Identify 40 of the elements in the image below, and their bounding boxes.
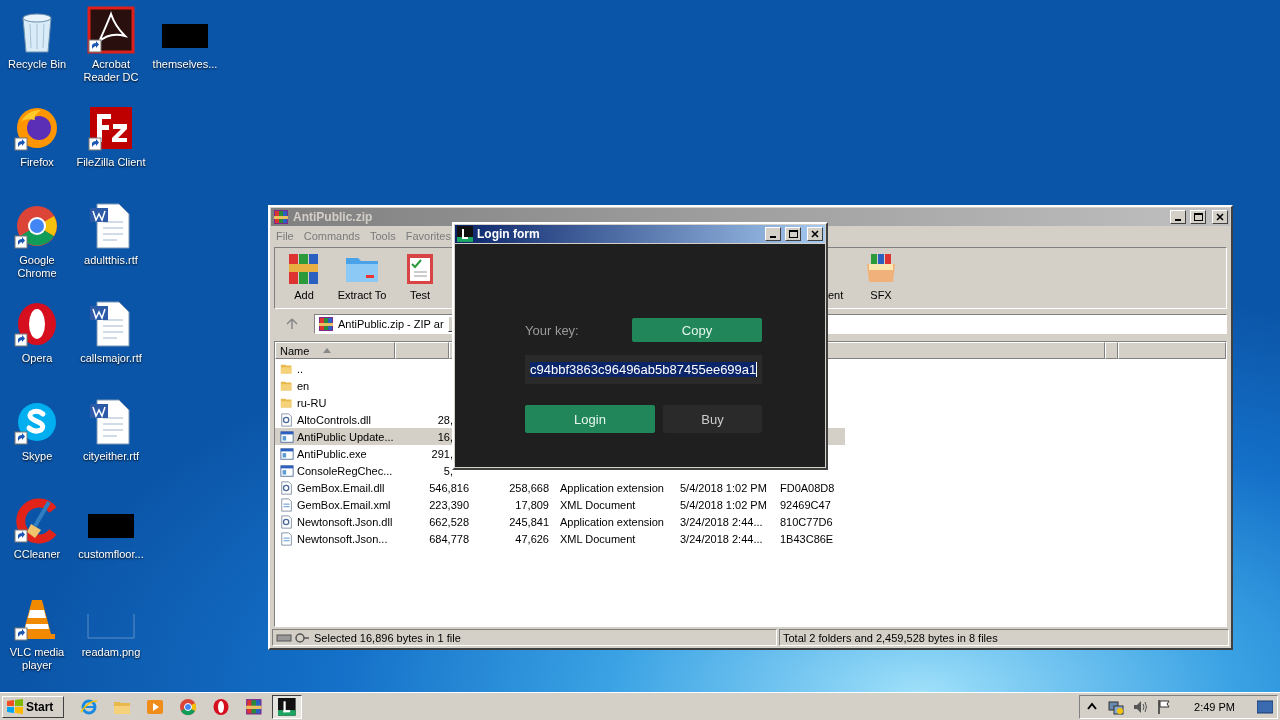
table-cell-text: 245,841 xyxy=(508,515,550,528)
table-cell-text: 662,528 xyxy=(428,515,470,528)
table-cell-text: FD0A08D8 xyxy=(779,481,836,494)
table-cell-text: 3/24/2018 2:44... xyxy=(679,515,764,528)
table-cell-text: 17,809 xyxy=(514,498,550,511)
file-name: .. xyxy=(297,362,304,375)
key-label: Your key: xyxy=(525,322,579,338)
status-text: Selected 16,896 bytes in 1 file xyxy=(314,631,461,644)
table-cell-text: 810C77D6 xyxy=(779,515,834,528)
file-name: AntiPublic.exe xyxy=(297,447,367,460)
table-cell-text: XML Document xyxy=(559,498,637,511)
table-cell-text: 28, xyxy=(436,413,454,426)
table-cell-text: 16, xyxy=(436,430,454,443)
table-cell-text: 291, xyxy=(430,447,454,460)
window-title: Login form xyxy=(477,227,541,241)
table-cell-text: 546,816 xyxy=(428,481,470,494)
file-name: ConsoleRegChec... xyxy=(297,464,393,477)
file-name: Newtonsoft.Json... xyxy=(297,532,388,545)
table-cell-text: 3/24/2018 2:44... xyxy=(679,532,764,545)
status-text: Total 2 folders and 2,459,528 bytes in 8 files xyxy=(783,631,998,644)
table-cell-text: 258,668 xyxy=(508,481,550,494)
file-name: en xyxy=(297,379,310,392)
table-cell-text: 5/4/2018 1:02 PM xyxy=(679,498,768,511)
file-name: Newtonsoft.Json.dll xyxy=(297,515,393,528)
file-name: GemBox.Email.dll xyxy=(297,481,385,494)
file-name: AltoControls.dll xyxy=(297,413,371,426)
table-cell-text: 5, xyxy=(442,464,454,477)
table-cell-text: 47,626 xyxy=(514,532,550,545)
table-cell-text: Application extension xyxy=(559,481,665,494)
file-name: AntiPublic Update... xyxy=(297,430,394,443)
window-title: AntiPublic.zip xyxy=(293,210,374,224)
table-cell-text: 223,390 xyxy=(428,498,470,511)
table-cell-text: Application extension xyxy=(559,515,665,528)
file-name: ru-RU xyxy=(297,396,327,409)
file-name: GemBox.Email.xml xyxy=(297,498,391,511)
table-cell-text: 5/4/2018 1:02 PM xyxy=(679,481,768,494)
table-cell-text: XML Document xyxy=(559,532,637,545)
table-cell-text: 1B43C86E xyxy=(779,532,835,545)
table-cell-text: 92469C47 xyxy=(779,498,832,511)
table-cell-text: 684,778 xyxy=(428,532,470,545)
